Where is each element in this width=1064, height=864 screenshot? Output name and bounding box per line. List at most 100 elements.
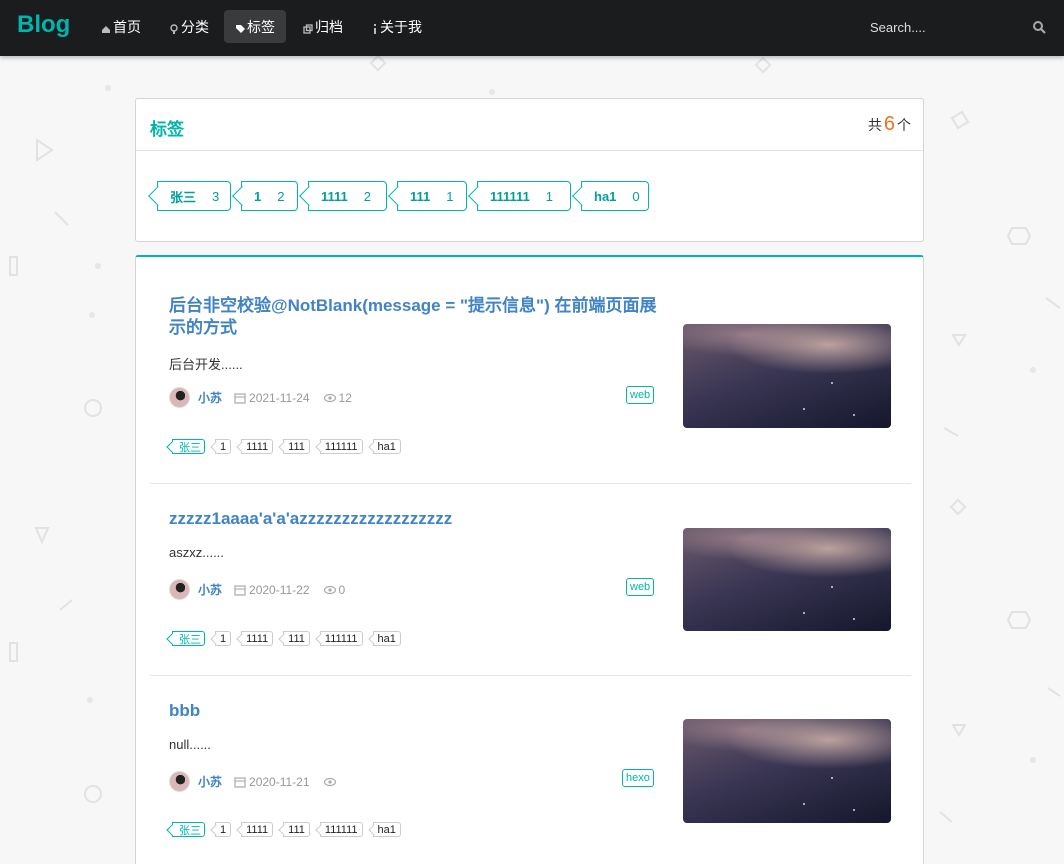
post-meta: 小苏 2020-11-21 (169, 771, 339, 792)
post-views: 12 (323, 390, 352, 405)
nav-archive[interactable]: 归档 (292, 10, 354, 43)
tag-list: 张三 3 12 1111 2 111 1 111111 1 ha1 0 (157, 181, 659, 211)
nav-tags[interactable]: 标签 (224, 10, 286, 43)
tags-icon (236, 24, 245, 33)
tag-item[interactable]: 1111 2 (308, 181, 387, 211)
post-date: 2020-11-21 (234, 775, 310, 789)
post-date-text: 2020-11-22 (249, 582, 310, 597)
tag-item[interactable]: ha1 0 (581, 181, 649, 211)
post-title[interactable]: 后台非空校验@NotBlank(message = "提示信息") 在前端页面展… (169, 295, 659, 339)
nav-categories-label: 分类 (181, 18, 209, 35)
post-tag-label: 111 (288, 632, 305, 645)
post-tag[interactable]: 1 (215, 439, 232, 454)
post-tag[interactable]: 1111 (241, 822, 274, 837)
post-tag-label: 111 (288, 823, 305, 836)
post-tag-label: 111111 (324, 632, 358, 645)
nav-about-label: 关于我 (380, 18, 422, 35)
tag-count-badge: 2 (277, 188, 285, 204)
tag-count-badge: 3 (212, 188, 220, 204)
nav-home[interactable]: 首页 (90, 10, 152, 43)
tag-count-badge: 0 (632, 188, 640, 204)
calendar-icon (234, 584, 246, 596)
post-category[interactable]: hexo (622, 769, 654, 787)
post-tags: 张三 1 1111 111 111111 ha1 (169, 822, 408, 837)
post-meta: 小苏 2021-11-24 12 (169, 387, 352, 408)
tag-item[interactable]: 111 1 (397, 181, 467, 211)
post-tag[interactable]: 张三 (172, 439, 205, 454)
post-tag-label: 张三 (179, 633, 201, 646)
tag-panel-header: 标签 共6个 (136, 99, 923, 151)
post-tags: 张三 1 1111 111 111111 ha1 (169, 439, 408, 454)
avatar (169, 771, 190, 792)
post-tag-label: 张三 (179, 824, 201, 837)
tag-name: 111111 (490, 188, 530, 204)
post-tag-label: ha1 (377, 823, 396, 836)
post-meta: 小苏 2020-11-22 0 (169, 579, 345, 600)
post-author[interactable]: 小苏 (198, 773, 222, 790)
post-tag[interactable]: ha1 (372, 439, 401, 454)
post-excerpt: aszxz...... (169, 545, 224, 560)
tag-count-badge: 1 (446, 188, 454, 204)
eye-icon (323, 393, 336, 402)
tag-count-badge: 1 (545, 188, 554, 204)
post-author[interactable]: 小苏 (198, 581, 222, 598)
tag-panel: 标签 共6个 (135, 98, 924, 242)
post-tag-label: 1 (220, 823, 227, 836)
tag-item[interactable]: 111111 1 (477, 181, 571, 211)
info-icon (374, 23, 376, 34)
post-views-count: 12 (338, 390, 352, 405)
eye-icon (323, 585, 336, 594)
post-author[interactable]: 小苏 (198, 389, 222, 406)
tag-count-suffix: 个 (897, 117, 911, 133)
tag-item[interactable]: 12 (241, 181, 298, 211)
post-tag-label: 张三 (179, 441, 201, 454)
post-tag[interactable]: 1111 (241, 631, 274, 646)
post-category[interactable]: web (626, 386, 655, 404)
post-tag[interactable]: 111 (283, 439, 310, 454)
tag-count-badge: 2 (363, 188, 372, 204)
post-tag[interactable]: 111 (283, 822, 310, 837)
avatar (169, 579, 190, 600)
tag-count-prefix: 共 (867, 117, 882, 133)
post-tag-label: 111111 (324, 440, 358, 453)
post-tag-label: ha1 (377, 440, 396, 453)
search-input[interactable] (862, 19, 1022, 35)
nav-home-label: 首页 (113, 18, 141, 35)
post-excerpt: 后台开发...... (169, 357, 243, 372)
eye-icon (323, 777, 336, 786)
post-item: 后台非空校验@NotBlank(message = "提示信息") 在前端页面展… (150, 286, 911, 484)
post-tag[interactable]: 1 (215, 822, 232, 837)
post-title[interactable]: bbb (169, 700, 659, 722)
post-thumbnail[interactable] (683, 324, 891, 428)
tag-name: 1111 (321, 188, 348, 204)
idea-icon (170, 23, 178, 34)
tag-name: 111 (410, 188, 431, 204)
post-tag[interactable]: 111111 (319, 439, 363, 454)
tag-item[interactable]: 张三 3 (157, 181, 231, 211)
post-thumbnail[interactable] (683, 719, 891, 823)
post-tag-label: 1111 (246, 440, 269, 453)
post-title[interactable]: zzzzz1aaaa'a'a'azzzzzzzzzzzzzzzzzz (169, 508, 659, 530)
post-tag-label: 111111 (324, 823, 358, 836)
post-tag[interactable]: 1111 (241, 439, 274, 454)
tag-count-number: 6 (883, 113, 895, 135)
search-icon[interactable] (1032, 20, 1046, 34)
tag-name: ha1 (594, 188, 617, 204)
brand-logo[interactable]: Blog (17, 11, 70, 39)
post-tag[interactable]: ha1 (372, 631, 401, 646)
tag-panel-title: 标签 (150, 120, 184, 139)
post-tag-label: 1 (220, 440, 227, 453)
post-tag[interactable]: 111111 (319, 631, 363, 646)
post-category[interactable]: web (626, 578, 655, 596)
post-tag[interactable]: 111111 (319, 822, 363, 837)
post-tag[interactable]: 111 (283, 631, 310, 646)
post-thumbnail[interactable] (683, 528, 891, 631)
post-tag[interactable]: ha1 (372, 822, 401, 837)
tag-name: 1 (254, 188, 262, 204)
nav-about[interactable]: 关于我 (361, 10, 433, 43)
post-tag[interactable]: 张三 (172, 822, 205, 837)
avatar (169, 387, 190, 408)
nav-categories[interactable]: 分类 (158, 10, 220, 43)
post-tag[interactable]: 张三 (172, 631, 205, 646)
post-tag[interactable]: 1 (215, 631, 232, 646)
